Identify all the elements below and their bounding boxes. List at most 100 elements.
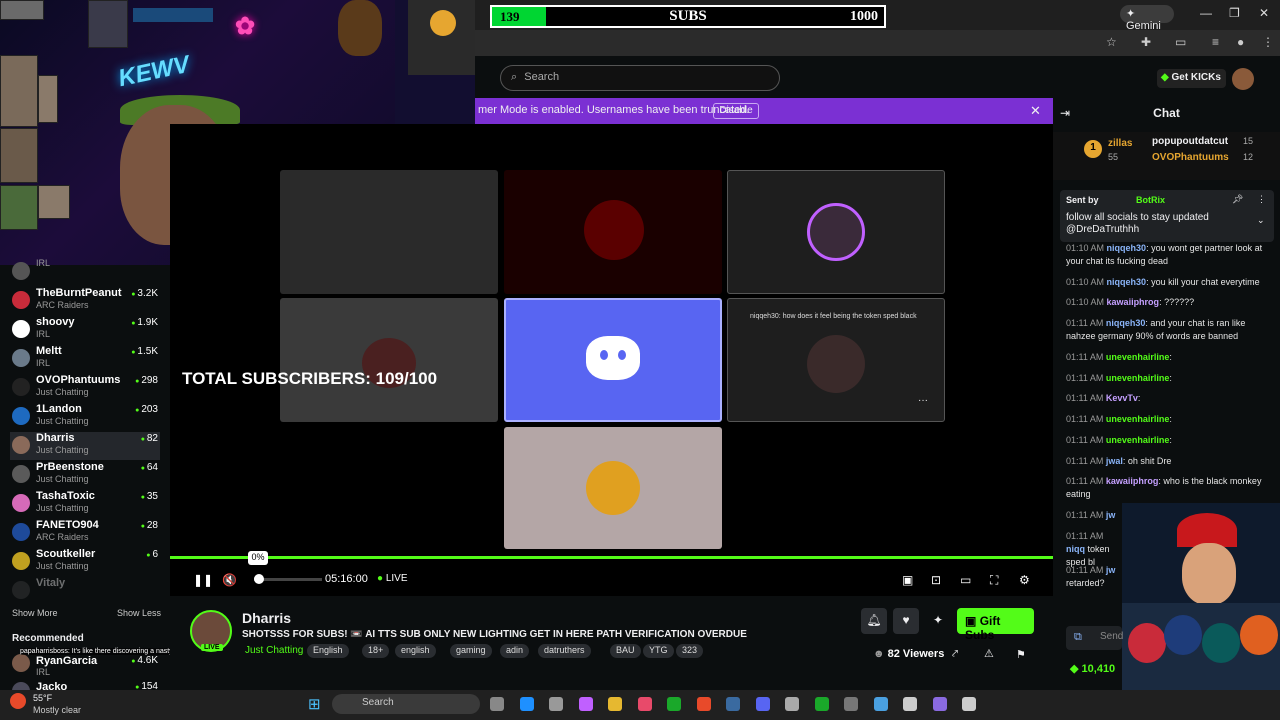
chat-username[interactable]: KevvTv [1106, 393, 1138, 403]
sidebar-channel[interactable]: FANETO904ARC Raiders 28 [10, 519, 160, 547]
settings-icon[interactable] [549, 697, 563, 711]
recommended-channel[interactable]: Jacko 154 [10, 678, 160, 690]
sidebar-channel[interactable]: ScoutkellerJust Chatting 6 [10, 548, 160, 576]
app-icon[interactable] [932, 697, 947, 711]
obs-icon[interactable] [903, 697, 917, 711]
steam-icon[interactable] [726, 697, 740, 711]
task-view-icon[interactable] [490, 697, 504, 711]
chat-username[interactable]: jwal [1106, 456, 1123, 466]
chat-input[interactable]: ⧉ Send [1066, 626, 1123, 650]
pip-icon[interactable]: ▭ [960, 573, 971, 587]
chat-message[interactable]: 01:11 AM unevenhairline: [1066, 372, 1271, 385]
chat-message[interactable]: 01:11 AM unevenhairline: [1066, 351, 1271, 364]
chat-message[interactable]: 01:11 AM unevenhairline: [1066, 413, 1271, 426]
gemini-button[interactable]: ✦ Gemini [1120, 5, 1174, 32]
chat-message[interactable]: 01:10 AM niqqeh30: you kill your chat ev… [1066, 276, 1271, 289]
playback-progress-bar[interactable] [170, 556, 1053, 559]
browser-menu-icon[interactable]: ⋮ [1262, 35, 1274, 49]
chat-username[interactable]: unevenhairline [1106, 352, 1170, 362]
chat-username[interactable]: unevenhairline [1106, 435, 1170, 445]
app-icon[interactable] [844, 697, 858, 711]
get-kicks-button[interactable]: ◆ Get KICKs [1157, 69, 1226, 88]
pinned-menu-icon[interactable]: ⋮ [1257, 194, 1266, 205]
music-icon[interactable] [637, 697, 652, 711]
live-indicator[interactable]: ● LIVE [377, 573, 408, 584]
reading-list-icon[interactable]: ≡ [1212, 35, 1219, 49]
streamer-name[interactable]: Dharris [242, 610, 291, 626]
sidebar-channel[interactable]: 1LandonJust Chatting 203 [10, 403, 160, 431]
copilot-icon[interactable] [578, 697, 593, 711]
stream-tag[interactable]: english [395, 644, 436, 658]
show-more-link[interactable]: Show More [12, 608, 58, 618]
sidebar-channel[interactable]: OVOPhantuumsJust Chatting 298 [10, 374, 160, 402]
sparkle-icon[interactable]: ✦ [925, 608, 951, 634]
fullscreen-icon[interactable]: ⛶ [990, 573, 998, 588]
chat-message[interactable]: 01:11 AM kawaiiphrog: who is the black m… [1066, 475, 1271, 501]
sidebar-channel[interactable]: TashaToxicJust Chatting 35 [10, 490, 160, 518]
chat-username[interactable]: niqq [1066, 544, 1085, 554]
sidebar-channel[interactable]: MelttIRL 1.5K [10, 345, 160, 373]
chat-username[interactable]: jw [1106, 565, 1116, 575]
clip-icon[interactable]: ▣ [902, 573, 913, 587]
chat-username[interactable]: niqqeh30 [1106, 318, 1146, 328]
chat-username[interactable]: unevenhairline [1106, 373, 1170, 383]
volume-slider[interactable] [254, 574, 322, 584]
photos-icon[interactable] [873, 697, 888, 711]
tile-more-icon[interactable]: ··· [918, 395, 928, 406]
stream-tag[interactable]: 323 [676, 644, 704, 658]
user-avatar[interactable] [1232, 68, 1254, 90]
show-less-link[interactable]: Show Less [117, 608, 161, 618]
chat-message[interactable]: 01:11 AM jw retarded? [1066, 564, 1121, 590]
stream-tag[interactable]: 18+ [362, 644, 390, 658]
follow-heart-icon[interactable]: ♥ [893, 608, 919, 634]
stream-tag[interactable]: datruthers [538, 644, 591, 658]
cast-icon[interactable]: ▭ [1175, 35, 1186, 49]
stream-category-link[interactable]: Just Chatting [245, 645, 303, 656]
pause-button[interactable]: ❚❚ [193, 573, 213, 587]
xbox-icon[interactable] [667, 697, 681, 711]
share-icon[interactable]: ⤤ [952, 648, 958, 661]
sidebar-channel[interactable]: shoovyIRL 1.9K [10, 316, 160, 344]
close-banner-icon[interactable]: ✕ [1030, 103, 1041, 119]
extensions-icon[interactable]: ✚ [1141, 35, 1151, 49]
xbox-icon[interactable] [814, 697, 829, 711]
chat-username[interactable]: jw [1106, 510, 1116, 520]
chat-message[interactable]: 01:11 AM KevvTv: [1066, 392, 1271, 405]
leader-name[interactable]: zillas [1108, 138, 1132, 149]
taskbar-search[interactable]: Search [332, 694, 480, 714]
mute-button[interactable]: 🔇 [222, 573, 237, 587]
sidebar-channel[interactable]: PrBeenstoneJust Chatting 64 [10, 461, 160, 489]
stream-tag[interactable]: gaming [450, 644, 492, 658]
report-icon[interactable]: ⚠ [984, 647, 994, 660]
chevron-down-icon[interactable]: ⌄ [1257, 215, 1265, 226]
maximize-button[interactable]: ❐ [1229, 6, 1240, 20]
chat-message[interactable]: 01:10 AM kawaiiphrog: ?????? [1066, 296, 1271, 309]
stream-tag[interactable]: English [307, 644, 349, 658]
bookmark-star-icon[interactable]: ☆ [1106, 35, 1117, 49]
pinned-message[interactable]: Sent by BotRix 📌︎ ⋮ follow all socials t… [1060, 190, 1274, 242]
chat-message[interactable]: 01:10 AM niqqeh30: you wont get partner … [1066, 242, 1271, 268]
chat-username[interactable]: niqqeh30 [1107, 243, 1147, 253]
leader-name[interactable]: popupoutdatcut [1152, 136, 1228, 147]
app-icon[interactable] [962, 697, 976, 711]
file-explorer-icon[interactable] [608, 697, 622, 711]
chrome-icon[interactable] [696, 697, 711, 711]
chat-message[interactable]: 01:11 AM unevenhairline: [1066, 434, 1271, 447]
chat-message[interactable]: 01:11 AM niqqeh30: and your chat is ran … [1066, 317, 1271, 343]
sidebar-channel[interactable]: TheBurntPeanutARC Raiders 3.2K [10, 287, 160, 315]
chat-username[interactable]: unevenhairline [1106, 414, 1170, 424]
chat-username[interactable]: kawaiiphrog [1106, 476, 1159, 486]
stream-tag[interactable]: BAU [610, 644, 641, 658]
notification-bell-icon[interactable]: 🔔︎ [861, 608, 887, 634]
theater-mode-icon[interactable]: ⊡ [931, 573, 941, 587]
gift-subs-button[interactable]: ▣ Gift Subs [957, 608, 1034, 642]
profile-icon[interactable]: ● [1237, 35, 1244, 49]
sidebar-channel[interactable]: DharrisJust Chatting 82 [10, 432, 160, 460]
volume-slider-handle[interactable] [254, 574, 264, 584]
disable-streamer-mode-button[interactable]: Disable [713, 103, 759, 119]
sidebar-channel[interactable]: Vitaly [10, 577, 160, 605]
sidebar-channel[interactable]: IRL [10, 258, 160, 280]
chat-username[interactable]: niqqeh30 [1107, 277, 1147, 287]
stream-tag[interactable]: adin [500, 644, 530, 658]
discord-icon[interactable] [755, 697, 770, 711]
